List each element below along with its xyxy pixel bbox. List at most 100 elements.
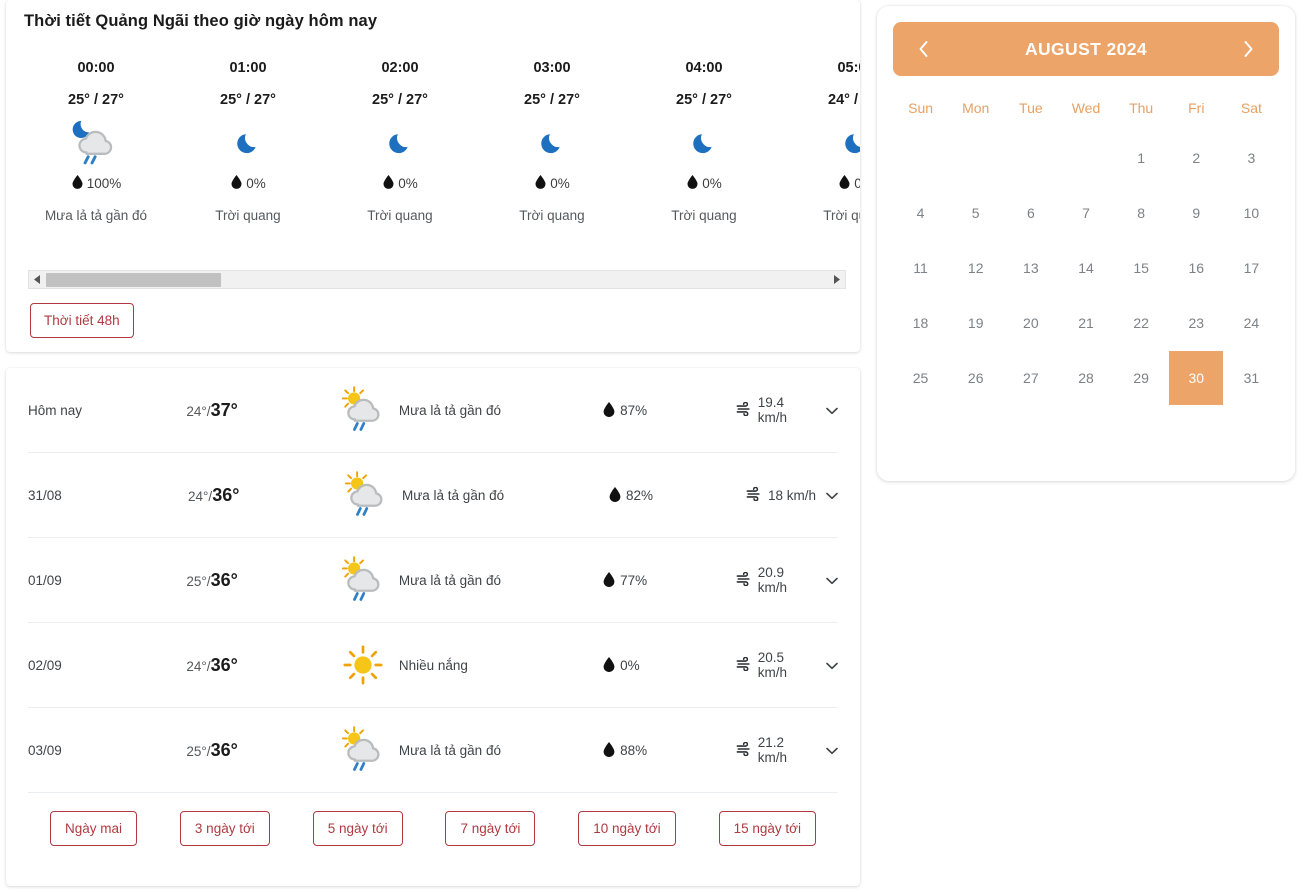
calendar-day-number: 5 <box>971 204 980 221</box>
calendar-day[interactable]: 4 <box>893 185 948 240</box>
daily-high: 37° <box>210 399 238 420</box>
daily-wind[interactable]: 18 km/h <box>743 486 838 504</box>
daily-condition: Mưa lả tả gần đó <box>338 467 608 523</box>
calendar-day[interactable]: 1 <box>1114 130 1169 185</box>
calendar-day[interactable]: 20 <box>1003 295 1058 350</box>
daily-condition-text: Mưa lả tả gần đó <box>398 402 501 418</box>
scrollbar-track[interactable] <box>46 271 828 288</box>
scrollbar-thumb[interactable] <box>46 273 221 287</box>
forecast-range-button[interactable]: 15 ngày tới <box>718 811 816 846</box>
hourly-strip: 00:00 25° / 27° 100% Mưa lả tả gần đó 01:00… <box>6 60 860 223</box>
daily-forecast-row[interactable]: Hôm nay 24°/37° Mưa lả tả gần đó 87% 19.4 … <box>28 368 838 453</box>
calendar-day[interactable]: 29 <box>1114 350 1169 405</box>
calendar-day[interactable]: 16 <box>1169 240 1224 295</box>
hourly-temperature: 25° / 27° <box>524 92 580 108</box>
calendar-day[interactable]: 27 <box>1003 350 1058 405</box>
calendar-weekday-label: Tue <box>1019 100 1043 116</box>
hourly-precipitation: 100% <box>71 174 121 192</box>
calendar-day[interactable]: 12 <box>948 240 1003 295</box>
weather-48h-button[interactable]: Thời tiết 48h <box>30 303 134 338</box>
hourly-scrollbar[interactable] <box>28 270 846 289</box>
forecast-range-button[interactable]: 7 ngày tới <box>445 811 536 846</box>
calendar-day[interactable]: 2 <box>1169 130 1224 185</box>
calendar-day[interactable]: 19 <box>948 295 1003 350</box>
calendar-day[interactable]: 31 <box>1224 350 1279 405</box>
daily-humidity-value: 82% <box>626 487 654 503</box>
chevron-down-icon[interactable] <box>826 573 838 588</box>
calendar-day[interactable]: 23 <box>1169 295 1224 350</box>
chevron-down-icon[interactable] <box>826 743 838 758</box>
daily-wind[interactable]: 19.4 km/h <box>736 395 838 425</box>
daily-wind[interactable]: 21.2 km/h <box>736 735 838 765</box>
daily-forecast-row[interactable]: 31/08 24°/36° Mưa lả tả gần đó 82% 18 km/h <box>28 453 838 538</box>
calendar-day[interactable]: 18 <box>893 295 948 350</box>
daily-forecast-row[interactable]: 02/09 24°/36° Nhiều nắng 0% 20.5 km/h <box>28 623 838 708</box>
droplet-icon <box>602 656 616 675</box>
calendar-card: AUGUST 2024 Sun Mon Tue Wed Thu Fri Sat 1 2 3 4 5 6 7… <box>877 6 1295 481</box>
daily-wind[interactable]: 20.9 km/h <box>736 565 838 595</box>
daily-forecast-row[interactable]: 01/09 25°/36° Mưa lả tả gần đó 77% 20.9 km… <box>28 538 838 623</box>
scroll-right-arrow-icon[interactable] <box>828 271 845 288</box>
daily-forecast-row[interactable]: 03/09 25°/36° Mưa lả tả gần đó 88% 21.2 km… <box>28 708 838 793</box>
calendar-day[interactable]: 11 <box>893 240 948 295</box>
hourly-description: Trời quang <box>823 208 860 223</box>
forecast-range-button[interactable]: 5 ngày tới <box>312 811 403 846</box>
moon-cloud-rain-icon <box>69 114 123 172</box>
daily-condition: Mưa lả tả gần đó <box>335 722 602 778</box>
wind-icon <box>746 486 762 504</box>
calendar-day[interactable]: 25 <box>893 350 948 405</box>
hourly-precipitation: 0% <box>382 174 418 192</box>
calendar-day-number: 16 <box>1188 259 1205 276</box>
forecast-range-button[interactable]: 10 ngày tới <box>578 811 676 846</box>
hourly-column: 04:00 25° / 27° 0% Trời quang <box>628 60 780 223</box>
droplet-icon <box>602 741 616 760</box>
calendar-day[interactable]: 24 <box>1224 295 1279 350</box>
calendar-weekday-label: Thu <box>1129 100 1154 116</box>
calendar-prev-month-icon[interactable] <box>909 34 939 64</box>
daily-low: 24° <box>188 488 209 504</box>
calendar-day[interactable]: 14 <box>1058 240 1113 295</box>
forecast-range-button[interactable]: 3 ngày tới <box>179 811 270 846</box>
daily-wind-value: 20.5 km/h <box>757 650 788 680</box>
calendar-day[interactable]: 17 <box>1224 240 1279 295</box>
chevron-down-icon[interactable] <box>826 403 838 418</box>
calendar-day[interactable]: 28 <box>1058 350 1113 405</box>
hourly-description: Trời quang <box>519 208 585 223</box>
calendar-day[interactable]: 15 <box>1114 240 1169 295</box>
droplet-icon <box>382 174 395 192</box>
calendar-day-number: 15 <box>1133 259 1149 276</box>
sun-cloud-rain-icon <box>335 382 391 438</box>
calendar-day[interactable]: 22 <box>1114 295 1169 350</box>
daily-humidity: 87% <box>602 401 736 420</box>
sun-icon <box>335 637 391 693</box>
calendar-day[interactable]: 8 <box>1114 185 1169 240</box>
hourly-precipitation-value: 0% <box>550 175 570 191</box>
forecast-range-button[interactable]: Ngày mai <box>50 811 138 846</box>
calendar-day[interactable]: 7 <box>1058 185 1113 240</box>
chevron-down-icon[interactable] <box>826 488 838 503</box>
daily-date: 31/08 <box>28 487 62 503</box>
calendar-day[interactable]: 13 <box>1003 240 1058 295</box>
daily-condition-text: Mưa lả tả gần đó <box>398 742 501 758</box>
calendar-day-selected[interactable]: 30 <box>1169 350 1224 405</box>
calendar-day-number: 11 <box>913 259 928 276</box>
daily-humidity-value: 87% <box>620 402 648 418</box>
calendar-day[interactable]: 21 <box>1058 295 1113 350</box>
daily-wind-value: 18 km/h <box>767 487 816 503</box>
calendar-day[interactable]: 6 <box>1003 185 1058 240</box>
calendar-day[interactable]: 26 <box>948 350 1003 405</box>
calendar-day[interactable]: 5 <box>948 185 1003 240</box>
calendar-next-month-icon[interactable] <box>1233 34 1263 64</box>
hourly-scroll-viewport[interactable]: 00:00 25° / 27° 100% Mưa lả tả gần đó 01:00… <box>6 60 860 250</box>
calendar-day[interactable]: 3 <box>1224 130 1279 185</box>
calendar-day[interactable]: 10 <box>1224 185 1279 240</box>
calendar-empty-cell <box>1058 130 1113 185</box>
daily-wind[interactable]: 20.5 km/h <box>736 650 838 680</box>
calendar-day-number: 27 <box>1023 369 1039 386</box>
droplet-icon <box>230 174 243 192</box>
calendar-day[interactable]: 9 <box>1169 185 1224 240</box>
scroll-left-arrow-icon[interactable] <box>29 271 46 288</box>
daily-condition: Mưa lả tả gần đó <box>335 382 602 438</box>
calendar-day-number: 17 <box>1243 259 1260 276</box>
chevron-down-icon[interactable] <box>826 658 838 673</box>
